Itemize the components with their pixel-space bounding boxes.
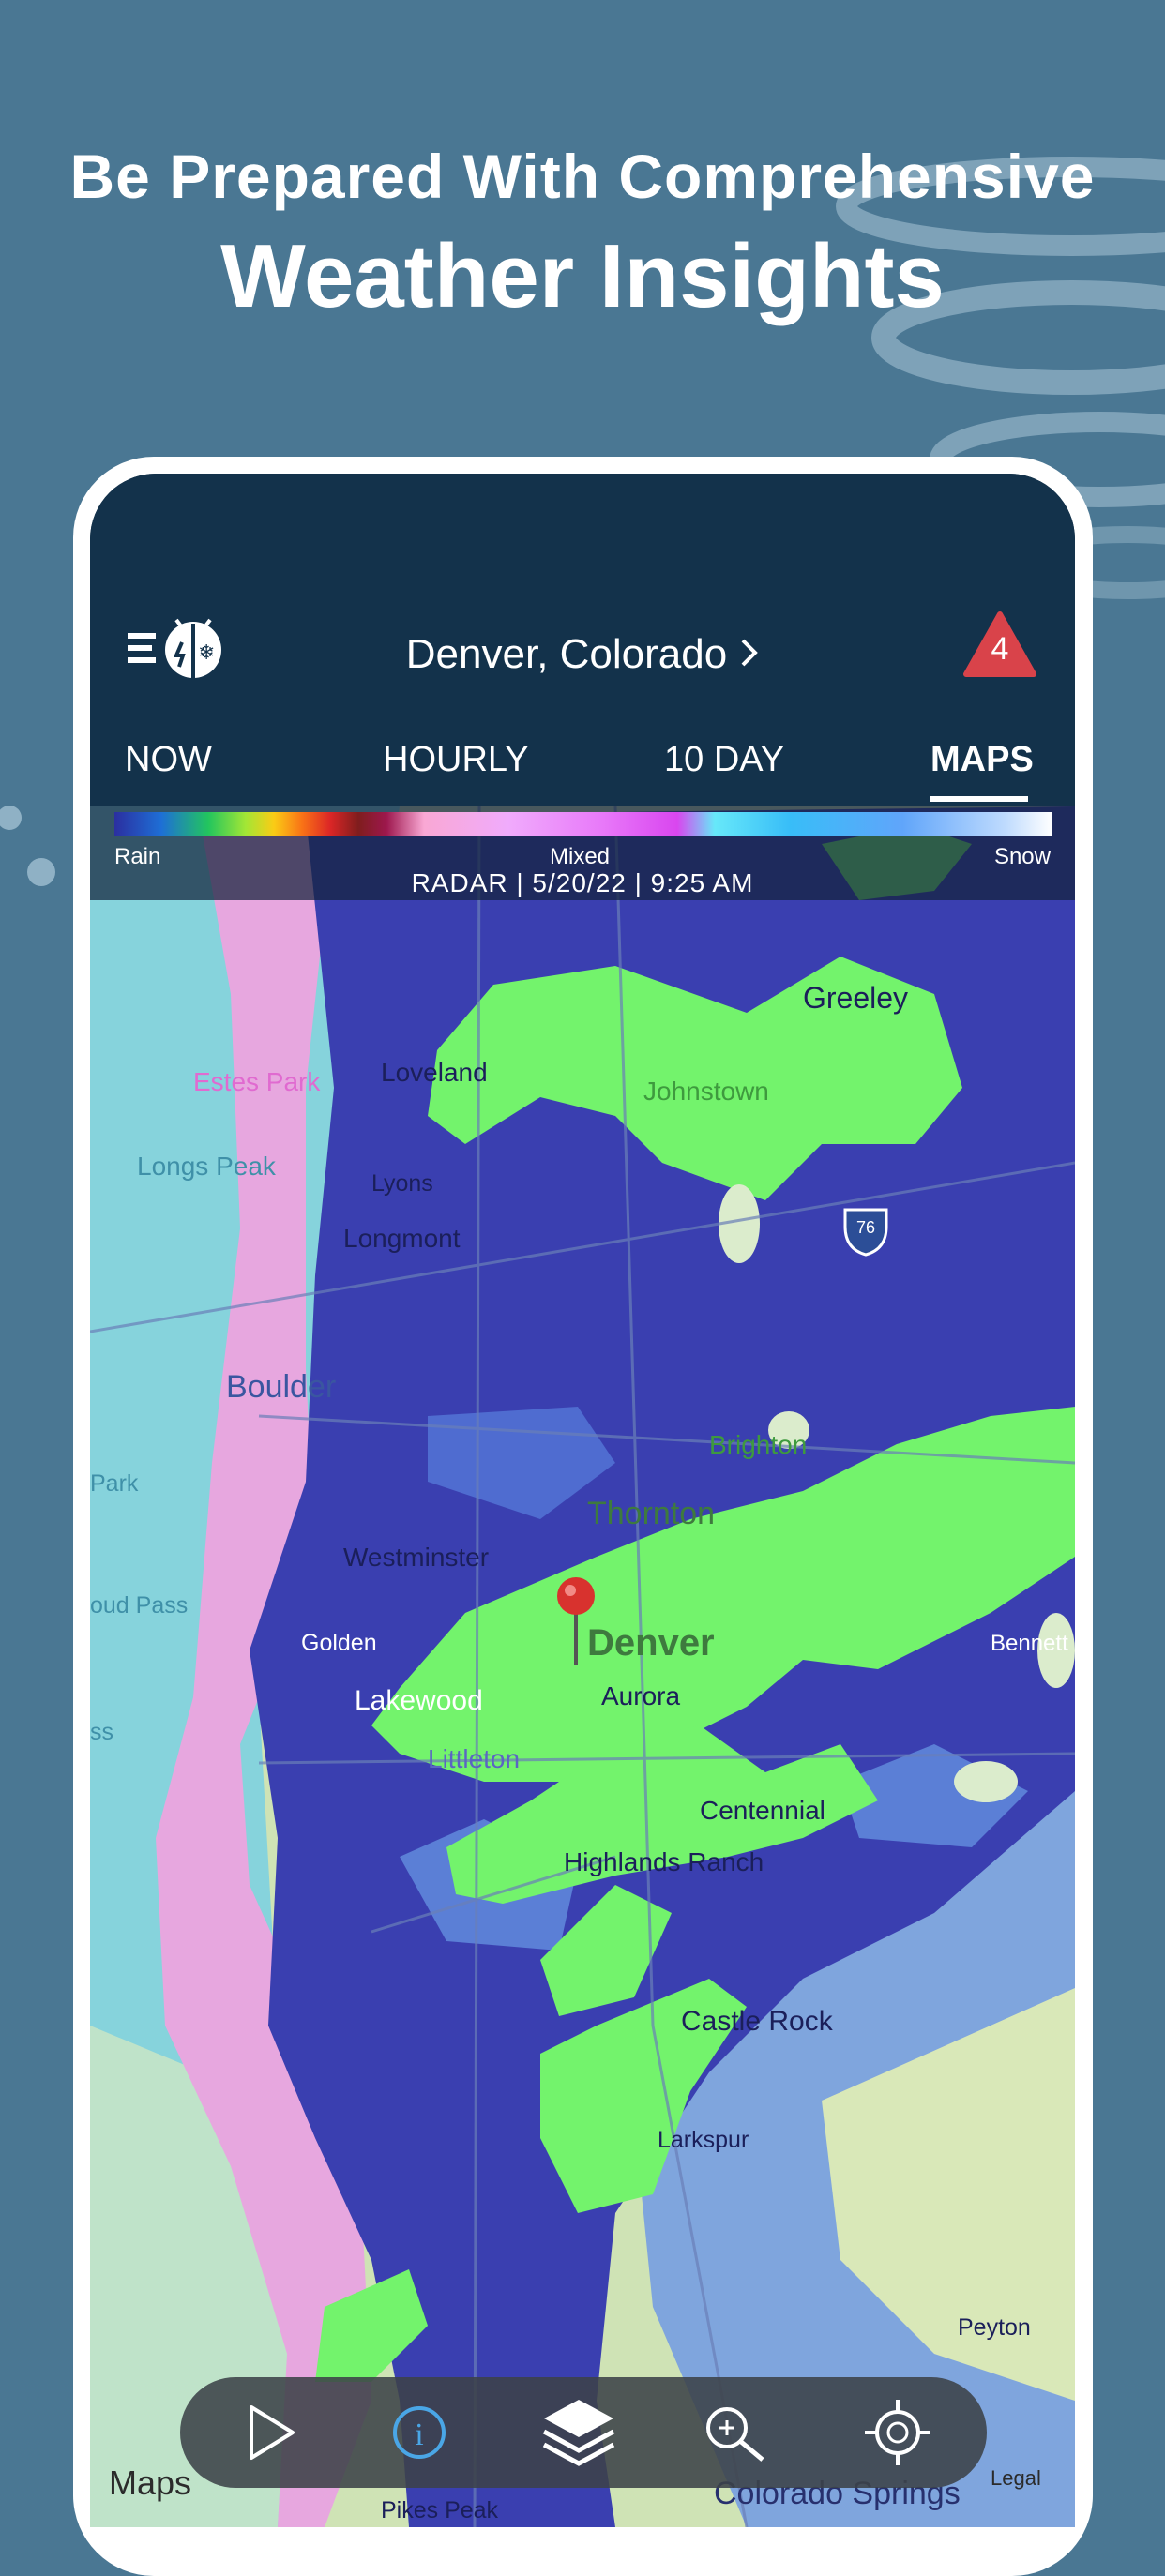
place-bennett: Bennett xyxy=(991,1631,1068,1656)
legend-rain-label: Rain xyxy=(114,844,161,869)
legend-mixed-label: Mixed xyxy=(550,844,611,869)
place-westminster: Westminster xyxy=(343,1543,489,1572)
place-larkspur: Larkspur xyxy=(658,2127,749,2153)
place-ss: ss xyxy=(90,1719,113,1745)
place-peyton: Peyton xyxy=(958,2314,1031,2341)
place-longmont: Longmont xyxy=(343,1224,461,1253)
radar-map[interactable]: 76 Greeley Loveland Estes Park Johnstown… xyxy=(90,806,1075,2527)
place-longs-peak: Longs Peak xyxy=(137,1152,277,1181)
place-lyons: Lyons xyxy=(371,1170,433,1197)
legend-snow-label: Snow xyxy=(993,844,1051,869)
tab-hourly[interactable]: HOURLY xyxy=(383,740,529,780)
location-selector[interactable]: Denver, Colorado xyxy=(90,631,1075,678)
place-lakewood: Lakewood xyxy=(355,1685,483,1716)
zoom-icon[interactable] xyxy=(691,2390,776,2475)
place-estes-park: Estes Park xyxy=(193,1067,321,1096)
place-pikes-peak: Pikes Peak xyxy=(381,2497,499,2523)
tab-maps[interactable]: MAPS xyxy=(930,740,1034,780)
svg-text:i: i xyxy=(415,2418,423,2452)
tab-10-day[interactable]: 10 DAY xyxy=(664,740,784,780)
place-centennial: Centennial xyxy=(700,1796,825,1825)
place-castle-rock: Castle Rock xyxy=(681,2006,834,2037)
map-toolbar: i xyxy=(180,2377,987,2488)
legal-link[interactable]: Legal xyxy=(991,2466,1041,2490)
weather-alert-button[interactable]: 4 xyxy=(962,610,1037,678)
tab-bar: NOW HOURLY 10 DAY MAPS xyxy=(90,729,1075,804)
place-park: Park xyxy=(90,1470,139,1497)
location-name: Denver, Colorado xyxy=(405,631,728,677)
active-tab-indicator xyxy=(930,796,1028,802)
tab-now[interactable]: NOW xyxy=(125,740,212,780)
place-boulder: Boulder xyxy=(226,1369,336,1405)
app-header: ❄ Denver, Colorado 4 NOW HOURLY 10 DAY M… xyxy=(90,474,1075,806)
place-aurora: Aurora xyxy=(601,1681,680,1710)
headline-line-2: Weather Insights xyxy=(220,226,945,326)
place-thornton: Thornton xyxy=(587,1496,715,1531)
precipitation-color-scale xyxy=(114,812,1052,836)
radar-legend: Rain Mixed Snow RADAR | 5/20/22 | 9:25 A… xyxy=(90,806,1075,900)
place-highlands-ranch: Highlands Ranch xyxy=(564,1847,764,1876)
play-icon[interactable] xyxy=(225,2390,310,2475)
phone-screen: 76 Greeley Loveland Estes Park Johnstown… xyxy=(90,474,1075,2527)
place-oud-pass: oud Pass xyxy=(90,1592,188,1619)
place-golden: Golden xyxy=(301,1630,377,1656)
place-littleton: Littleton xyxy=(428,1744,520,1773)
layers-icon[interactable] xyxy=(537,2390,621,2475)
locate-icon[interactable] xyxy=(855,2390,940,2475)
place-greeley: Greeley xyxy=(803,981,908,1015)
info-icon[interactable]: i xyxy=(377,2390,461,2475)
highway-number: 76 xyxy=(856,1218,875,1237)
place-johnstown: Johnstown xyxy=(643,1077,769,1106)
headline-line-1: Be Prepared With Comprehensive xyxy=(69,142,1096,211)
place-loveland: Loveland xyxy=(381,1058,488,1087)
place-denver: Denver xyxy=(587,1622,715,1664)
chevron-right-icon xyxy=(740,631,759,678)
alert-count: 4 xyxy=(991,631,1009,667)
highway-shield-76: 76 xyxy=(843,1208,888,1257)
maps-attribution: Maps xyxy=(109,2463,191,2502)
place-brighton: Brighton xyxy=(709,1430,807,1459)
decorative-dots xyxy=(0,806,55,886)
radar-timestamp: RADAR | 5/20/22 | 9:25 AM xyxy=(411,868,754,897)
